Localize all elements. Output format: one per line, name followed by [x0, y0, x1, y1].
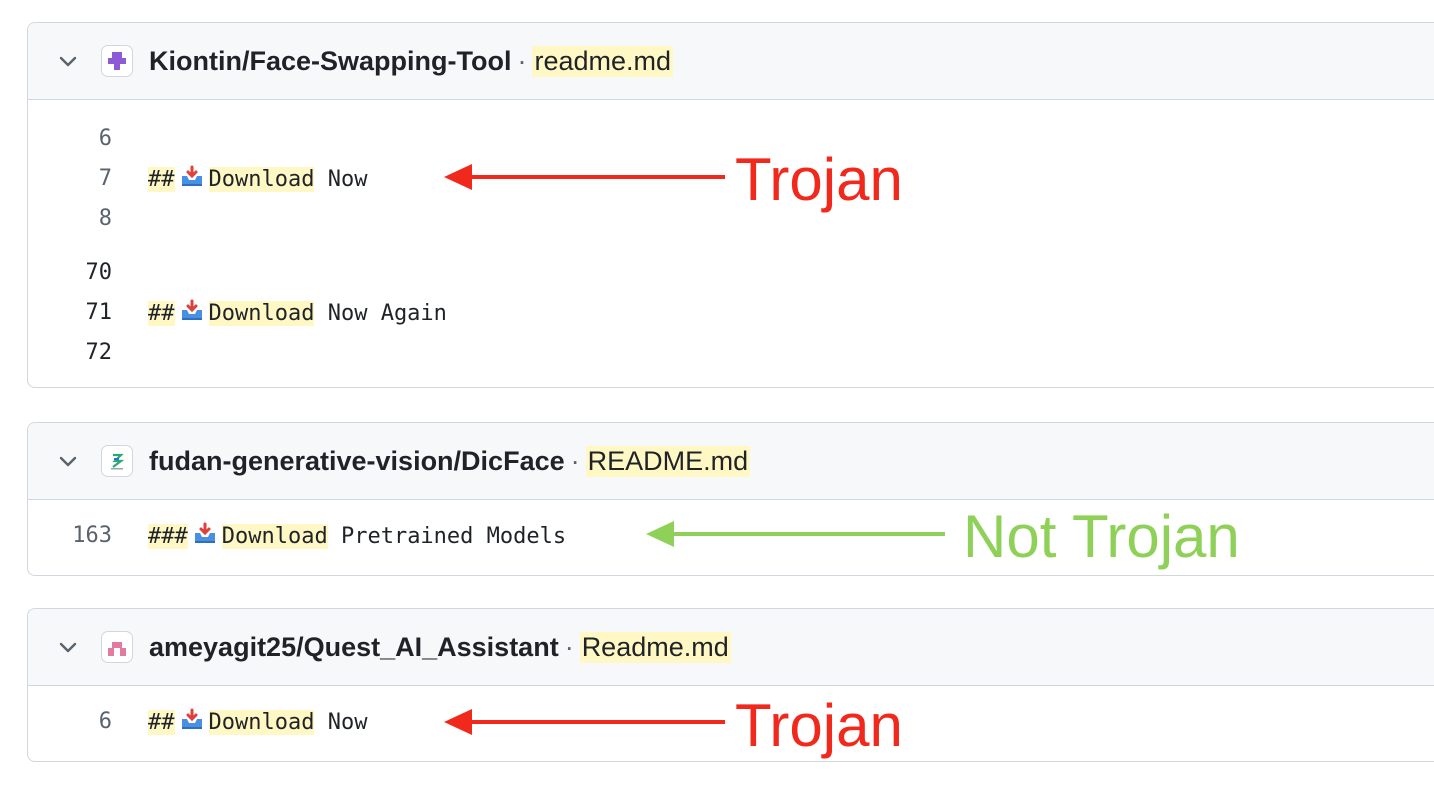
annotation-trojan-1: Trojan — [735, 146, 903, 213]
annotation-trojan-2: Trojan — [735, 692, 903, 759]
annotation-arrows — [444, 164, 945, 735]
arrow-trojan-2 — [444, 709, 725, 735]
annotation-not-trojan: Not Trojan — [963, 503, 1240, 570]
arrow-trojan-1 — [444, 164, 725, 190]
arrow-not-trojan — [646, 521, 945, 547]
